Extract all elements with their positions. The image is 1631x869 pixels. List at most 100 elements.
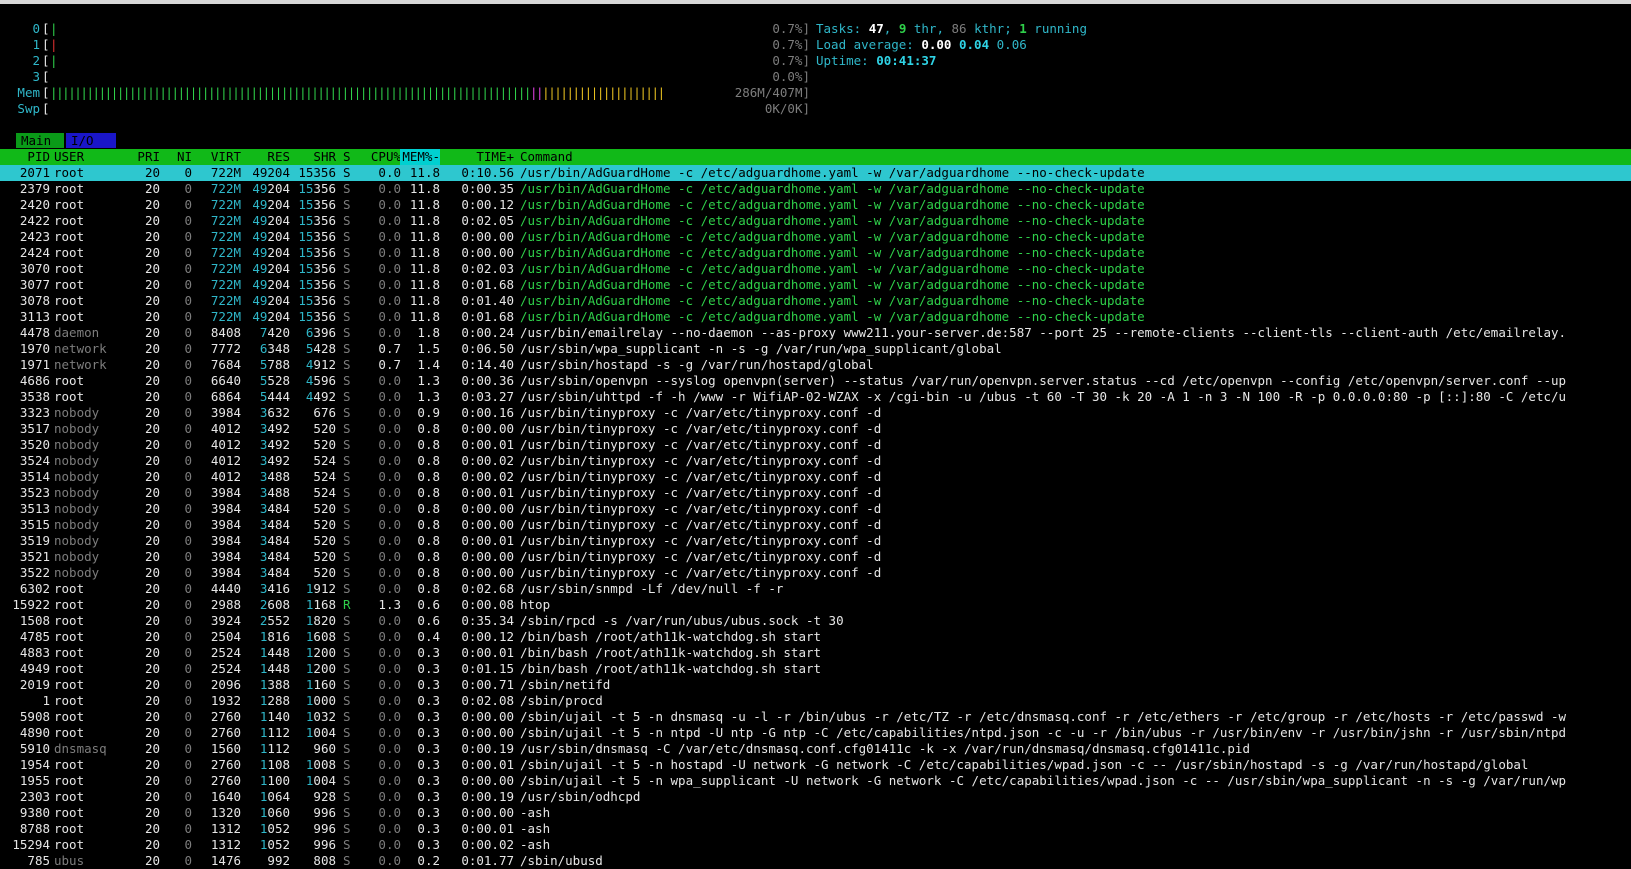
- column-shr[interactable]: SHR: [292, 149, 336, 165]
- cell-time: 0:00.12: [461, 629, 514, 644]
- process-row[interactable]: 9380 root 20 0 1320 1060 996 S 0.0 0.3 0:00.00 -ash: [0, 805, 1631, 821]
- cell-user: root: [54, 821, 85, 836]
- process-row[interactable]: 3522 nobody 20 0 3984 3484 520 S 0.0 0.8 0:00.00/u…: [0, 565, 1631, 581]
- value-units: 160: [313, 677, 336, 692]
- column-mem-sorted[interactable]: MEM%-: [400, 149, 440, 165]
- process-row[interactable]: 3078 root 20 0 722M 49204 15356 S 0.0 11.8 0:01.40…: [0, 293, 1631, 309]
- process-row[interactable]: 4890 root 20 0 2760 1112 1004 S 0.0 0.3 0:00.00/sb…: [0, 725, 1631, 741]
- cell-pri: 20: [144, 181, 160, 196]
- cell-time: 0:02.05: [461, 213, 514, 228]
- cell-shr: 15356: [292, 261, 336, 277]
- process-row[interactable]: 3517 nobody 20 0 4012 3492 520 S 0.0 0.8 0:00.00/u…: [0, 421, 1631, 437]
- cell-cpu: 0.0: [378, 789, 401, 804]
- process-row[interactable]: 3514 nobody 20 0 4012 3488 524 S 0.0 0.8 0:00.02/u…: [0, 469, 1631, 485]
- process-row[interactable]: 2422 root 20 0 722M 49204 15356 S 0.0 11.8 0:02.05…: [0, 213, 1631, 229]
- column-res[interactable]: RES: [246, 149, 290, 165]
- process-row[interactable]: 2379 root 20 0 722M 49204 15356 S 0.0 11.8 0:00.35…: [0, 181, 1631, 197]
- process-row[interactable]: 1970 network 20 0 7772 6348 5428 S 0.7 1.5 0:06.50…: [0, 341, 1631, 357]
- cell-res: 1108: [246, 757, 290, 773]
- process-row[interactable]: 2424 root 20 0 722M 49204 15356 S 0.0 11.8 0:00.00…: [0, 245, 1631, 261]
- cell-s: S: [343, 229, 351, 244]
- cell-cpu: 0.7: [378, 357, 401, 372]
- process-row[interactable]: 2423 root 20 0 722M 49204 15356 S 0.0 11.8 0:00.00…: [0, 229, 1631, 245]
- process-row[interactable]: 3523 nobody 20 0 3984 3488 524 S 0.0 0.8 0:00.01/u…: [0, 485, 1631, 501]
- process-row[interactable]: 3515 nobody 20 0 3984 3484 520 S 0.0 0.8 0:00.00/u…: [0, 517, 1631, 533]
- cell-shr: 1912: [292, 581, 336, 597]
- cell-res: 1112: [246, 725, 290, 741]
- process-row[interactable]: 2420 root 20 0 722M 49204 15356 S 0.0 11.8 0:00.12…: [0, 197, 1631, 213]
- process-row[interactable]: 3077 root 20 0 722M 49204 15356 S 0.0 11.8 0:01.68…: [0, 277, 1631, 293]
- cell-ni: 0: [184, 453, 192, 468]
- cell-cmd: /sbin/ujail -t 5 -n dnsmasq -u -l -r /bi…: [520, 709, 1567, 724]
- cell-user: root: [54, 373, 85, 388]
- process-row[interactable]: 3538 root 20 0 6864 5444 4492 S 0.0 1.3 0:03.27/us…: [0, 389, 1631, 405]
- process-row[interactable]: 2019 root 20 0 2096 1388 1160 S 0.0 0.3 0:00.71/sb…: [0, 677, 1631, 693]
- process-row[interactable]: 5910 dnsmasq 20 0 1560 1112 960 S 0.0 0.3 0:00.19 /…: [0, 741, 1631, 757]
- process-row[interactable]: 3323 nobody 20 0 3984 3632 676 S 0.0 0.9 0:00.16/u…: [0, 405, 1631, 421]
- column-state[interactable]: S: [343, 149, 355, 165]
- process-row[interactable]: 8788 root 20 0 1312 1052 996 S 0.0 0.3 0:00.01 -ash: [0, 821, 1631, 837]
- cell-pri: 20: [144, 821, 160, 836]
- tab-main[interactable]: Main: [16, 133, 64, 148]
- cell-time: 0:00.00: [461, 421, 514, 436]
- cell-cpu: 0.0: [378, 453, 401, 468]
- column-ni[interactable]: NI: [166, 149, 192, 165]
- cell-cpu: 0.0: [378, 821, 401, 836]
- process-row[interactable]: 4478 daemon 20 0 8408 7420 6396 S 0.0 1.8 0:00.24 /…: [0, 325, 1631, 341]
- process-row[interactable]: 3521 nobody 20 0 3984 3484 520 S 0.0 0.8 0:00.00/u…: [0, 549, 1631, 565]
- cell-time: 0:14.40: [461, 357, 514, 372]
- process-row[interactable]: 3524 nobody 20 0 4012 3492 524 S 0.0 0.8 0:00.02/u…: [0, 453, 1631, 469]
- cell-res: 7420: [246, 325, 290, 341]
- cell-s: S: [343, 181, 351, 196]
- column-pri[interactable]: PRI: [130, 149, 160, 165]
- process-row[interactable]: 3070 root 20 0 722M 49204 15356 S 0.0 11.8 0:02.03…: [0, 261, 1631, 277]
- process-row[interactable]: 4686 root 20 0 6640 5528 4596 S 0.0 1.3 0:00.36/us…: [0, 373, 1631, 389]
- column-pid[interactable]: PID: [0, 149, 50, 165]
- cell-res: 3484: [246, 565, 290, 581]
- cell-pri: 20: [144, 501, 160, 516]
- value-units: 356: [313, 181, 336, 196]
- tab-io[interactable]: I/O: [66, 133, 116, 148]
- column-cpu[interactable]: CPU%: [360, 149, 401, 165]
- process-row-selected[interactable]: 2071 root 20 0 722M 49204 15356 S 0.0 11.8 0:10.56…: [0, 165, 1631, 181]
- cell-ni: 0: [184, 357, 192, 372]
- process-row[interactable]: 15294 root 20 0 1312 1052 996 S 0.0 0.3 0:00.02 -as…: [0, 837, 1631, 853]
- process-row[interactable]: 1971 network 20 0 7684 5788 4912 S 0.7 1.4 0:14.40…: [0, 357, 1631, 373]
- process-row[interactable]: 6302 root 20 0 4440 3416 1912 S 0.0 0.8 0:02.68/us…: [0, 581, 1631, 597]
- cell-ni: 0: [184, 501, 192, 516]
- process-row[interactable]: 3113 root 20 0 722M 49204 15356 S 0.0 11.8 0:01.68…: [0, 309, 1631, 325]
- process-row[interactable]: 5908 root 20 0 2760 1140 1032 S 0.0 0.3 0:00.00/sb…: [0, 709, 1631, 725]
- column-virt[interactable]: VIRT: [196, 149, 241, 165]
- cell-cpu: 0.0: [378, 517, 401, 532]
- process-row[interactable]: 4949 root 20 0 2524 1448 1200 S 0.0 0.3 0:01.15/bi…: [0, 661, 1631, 677]
- process-row[interactable]: 1 root 20 0 1932 1288 1000 S 0.0 0.3 0:02.08/sbin/…: [0, 693, 1631, 709]
- cell-cmd: /sbin/netifd: [520, 677, 611, 692]
- cell-res: 992: [267, 853, 290, 868]
- process-row[interactable]: 3520 nobody 20 0 4012 3492 520 S 0.0 0.8 0:00.01/u…: [0, 437, 1631, 453]
- process-row[interactable]: 4785 root 20 0 2504 1816 1608 S 0.0 0.4 0:00.12/bi…: [0, 629, 1631, 645]
- process-row[interactable]: 1955 root 20 0 2760 1100 1004 S 0.0 0.3 0:00.00/sb…: [0, 773, 1631, 789]
- column-time[interactable]: TIME+: [456, 149, 514, 165]
- cell-s: S: [343, 773, 351, 788]
- process-row[interactable]: 15922 root 20 0 2988 2608 1168 R 1.3 0.6 0:00.08 ht…: [0, 597, 1631, 613]
- process-row[interactable]: 4883 root 20 0 2524 1448 1200 S 0.0 0.3 0:00.01/bi…: [0, 645, 1631, 661]
- cell-s: S: [343, 709, 351, 724]
- process-row[interactable]: 3519 nobody 20 0 3984 3484 520 S 0.0 0.8 0:00.01/u…: [0, 533, 1631, 549]
- column-command[interactable]: Command: [520, 149, 573, 165]
- process-row[interactable]: 3513 nobody 20 0 3984 3484 520 S 0.0 0.8 0:00.00/u…: [0, 501, 1631, 517]
- cell-cmd: htop: [520, 597, 551, 612]
- cell-virt: 3984: [210, 485, 241, 500]
- cell-user: root: [54, 197, 85, 212]
- cell-time: 0:01.15: [461, 661, 514, 676]
- cell-mem: 11.8: [409, 261, 440, 276]
- cell-pri: 20: [144, 405, 160, 420]
- process-row[interactable]: 1508 root 20 0 3924 2552 1820 S 0.0 0.6 0:35.34/sb…: [0, 613, 1631, 629]
- process-row[interactable]: 2303 root 20 0 1640 1064 928 S 0.0 0.3 0:00.19/usr…: [0, 789, 1631, 805]
- cell-user: nobody: [54, 437, 100, 452]
- value-units: 100: [267, 773, 290, 788]
- cell-shr: 960: [313, 741, 336, 756]
- process-row[interactable]: 785 ubus 20 0 1476 992 808 S 0.0 0.2 0:01.77/sbin/…: [0, 853, 1631, 869]
- process-row[interactable]: 1954 root 20 0 2760 1108 1008 S 0.0 0.3 0:00.01/sb…: [0, 757, 1631, 773]
- cell-virt: 8408: [210, 325, 241, 340]
- column-user[interactable]: USER: [54, 149, 134, 165]
